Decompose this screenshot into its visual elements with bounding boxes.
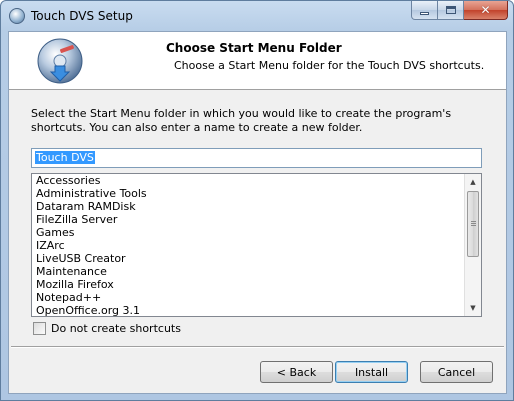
folder-list-item[interactable]: Maintenance (32, 265, 464, 278)
minimize-button[interactable] (411, 1, 438, 20)
folder-list-item[interactable]: Games (32, 226, 464, 239)
install-button[interactable]: Install (335, 361, 408, 383)
folder-items: Accessories Administrative Tools Dataram R… (32, 174, 464, 316)
maximize-button[interactable] (438, 1, 464, 20)
close-button[interactable]: ✕ (464, 1, 508, 20)
dialog-body: Choose Start Menu Folder Choose a Start … (8, 31, 507, 394)
folder-list-item[interactable]: Notepad++ (32, 291, 464, 304)
no-shortcuts-label[interactable]: Do not create shortcuts (51, 322, 181, 335)
wizard-header: Choose Start Menu Folder Choose a Start … (9, 32, 506, 90)
folder-list-item[interactable]: IZArc (32, 239, 464, 252)
instructions-text: Select the Start Menu folder in which yo… (31, 107, 452, 134)
close-icon: ✕ (480, 3, 491, 17)
minimize-icon (420, 11, 429, 15)
caption-buttons: ✕ (411, 1, 508, 20)
scroll-up-button[interactable]: ▲ (465, 174, 481, 190)
maximize-icon (445, 6, 456, 14)
installer-disc-icon (37, 38, 83, 84)
setup-window: Touch DVS Setup ✕ Choose Start Menu Fold… (0, 0, 514, 401)
back-button[interactable]: < Back (260, 361, 333, 383)
folder-list-item[interactable]: LiveUSB Creator (32, 252, 464, 265)
folder-list-item[interactable]: FileZilla Server (32, 213, 464, 226)
folder-list-item[interactable]: Administrative Tools (32, 187, 464, 200)
footer-divider (11, 346, 504, 348)
window-title: Touch DVS Setup (31, 9, 133, 23)
title-bar[interactable]: Touch DVS Setup ✕ (1, 1, 513, 31)
page-title: Choose Start Menu Folder (166, 41, 342, 55)
no-shortcuts-option[interactable]: Do not create shortcuts (33, 321, 181, 335)
scroll-down-button[interactable]: ▼ (465, 300, 481, 316)
folder-list-item[interactable]: Accessories (32, 174, 464, 187)
page-subtitle: Choose a Start Menu folder for the Touch… (174, 59, 485, 72)
folder-name-value: Touch DVS (35, 151, 95, 164)
no-shortcuts-checkbox[interactable] (33, 321, 46, 335)
scroll-thumb[interactable] (467, 191, 479, 257)
grip-line-icon (471, 225, 476, 226)
folder-list-item[interactable]: Mozilla Firefox (32, 278, 464, 291)
triangle-down-icon: ▼ (470, 304, 476, 312)
folder-list-item[interactable]: Dataram RAMDisk (32, 200, 464, 213)
grip-line-icon (471, 223, 476, 224)
folder-list-item[interactable]: OpenOffice.org 3.1 (32, 304, 464, 316)
folder-list-scrollbar[interactable]: ▲ ▼ (464, 174, 481, 316)
cancel-button[interactable]: Cancel (420, 361, 493, 383)
triangle-up-icon: ▲ (470, 178, 476, 186)
start-menu-folder-list[interactable]: Accessories Administrative Tools Dataram R… (31, 173, 482, 317)
setup-disc-icon (9, 8, 25, 24)
folder-name-input[interactable]: Touch DVS (31, 148, 482, 168)
grip-line-icon (471, 221, 476, 222)
